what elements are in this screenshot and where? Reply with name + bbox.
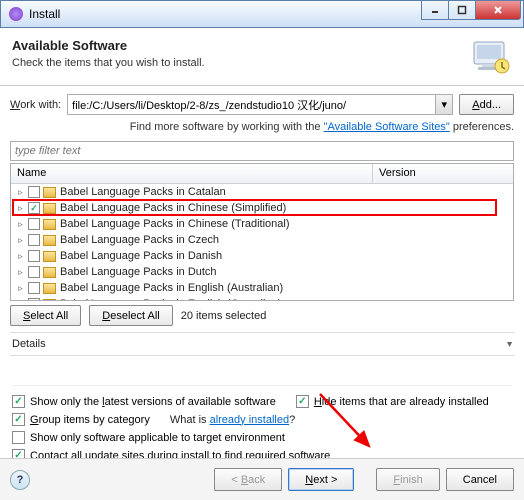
work-with-label: Work with:	[10, 99, 61, 111]
folder-icon	[43, 299, 56, 301]
expander-icon[interactable]: ▹	[15, 267, 26, 278]
maximize-button[interactable]	[448, 1, 476, 20]
selection-count: 20 items selected	[181, 310, 267, 322]
folder-icon	[43, 203, 56, 214]
details-body	[12, 356, 512, 386]
work-with-input[interactable]	[68, 95, 435, 114]
tree-row[interactable]: ▹ Babel Language Packs in Chinese (Tradit…	[11, 216, 513, 232]
page-subtitle: Check the items that you wish to install…	[12, 57, 512, 69]
finish-button[interactable]: Finish	[376, 468, 439, 491]
checkbox-icon	[12, 395, 25, 408]
available-sites-link[interactable]: "Available Software Sites"	[324, 121, 450, 133]
cancel-button[interactable]: Cancel	[446, 468, 514, 491]
tree-row[interactable]: ▹ Babel Language Packs in Danish	[11, 248, 513, 264]
row-label: Babel Language Packs in Dutch	[60, 266, 217, 278]
back-button[interactable]: < Back	[214, 468, 282, 491]
expander-icon[interactable]: ▹	[15, 203, 26, 214]
tree-row[interactable]: ▹ Babel Language Packs in Chinese (Simpli…	[11, 200, 513, 216]
wizard-buttons: ? < Back Next > Finish Cancel	[0, 458, 524, 500]
install-icon	[470, 36, 512, 78]
find-more-text: Find more software by working with the "…	[10, 121, 514, 133]
tree-row[interactable]: ▹ Babel Language Packs in English (Canadi…	[11, 296, 513, 300]
tree-row[interactable]: ▹ Babel Language Packs in English (Austra…	[11, 280, 513, 296]
opt-group[interactable]: Group items by category	[12, 413, 150, 426]
column-header-version[interactable]: Version	[373, 164, 513, 183]
row-label: Babel Language Packs in Catalan	[60, 186, 226, 198]
folder-icon	[43, 267, 56, 278]
expander-icon[interactable]: ▹	[15, 299, 26, 301]
row-checkbox[interactable]	[28, 282, 40, 294]
minimize-button[interactable]	[421, 1, 449, 20]
row-label: Babel Language Packs in English (Austral…	[60, 282, 283, 294]
help-button[interactable]: ?	[10, 470, 30, 490]
next-button[interactable]: Next >	[288, 468, 354, 491]
expander-icon[interactable]: ▹	[15, 235, 26, 246]
details-twistie-icon: ▸	[504, 341, 515, 346]
already-installed-link[interactable]: already installed	[210, 414, 290, 426]
folder-icon	[43, 235, 56, 246]
opt-latest[interactable]: Show only the latest versions of availab…	[12, 395, 276, 408]
folder-icon	[43, 187, 56, 198]
add-button[interactable]: Add...	[459, 94, 514, 115]
select-all-button[interactable]: Select All	[10, 305, 81, 326]
opt-applicable[interactable]: Show only software applicable to target …	[12, 431, 285, 444]
deselect-all-button[interactable]: Deselect All	[89, 305, 172, 326]
window-title: Install	[29, 7, 422, 21]
titlebar: Install	[0, 0, 524, 28]
close-button[interactable]	[475, 1, 521, 20]
page-title: Available Software	[12, 38, 512, 53]
row-checkbox[interactable]	[28, 202, 40, 214]
software-tree: Name Version ▹ Babel Language Packs in Ca…	[10, 163, 514, 301]
row-checkbox[interactable]	[28, 234, 40, 246]
what-is-installed: What is already installed?	[170, 414, 295, 426]
row-checkbox[interactable]	[28, 218, 40, 230]
row-checkbox[interactable]	[28, 186, 40, 198]
row-label: Babel Language Packs in Chinese (Traditi…	[60, 218, 290, 230]
expander-icon[interactable]: ▹	[15, 283, 26, 294]
row-label: Babel Language Packs in Czech	[60, 234, 219, 246]
combo-dropdown-button[interactable]: ▾	[435, 95, 452, 114]
tree-row[interactable]: ▹ Babel Language Packs in Czech	[11, 232, 513, 248]
wizard-header: Available Software Check the items that …	[0, 28, 524, 86]
row-checkbox[interactable]	[28, 298, 40, 300]
tree-row[interactable]: ▹ Babel Language Packs in Dutch	[11, 264, 513, 280]
expander-icon[interactable]: ▹	[15, 251, 26, 262]
row-label: Babel Language Packs in Danish	[60, 250, 222, 262]
checkbox-icon	[12, 413, 25, 426]
filter-input[interactable]	[10, 141, 514, 161]
row-checkbox[interactable]	[28, 250, 40, 262]
work-with-combo[interactable]: ▾	[67, 94, 453, 115]
checkbox-icon	[12, 431, 25, 444]
row-checkbox[interactable]	[28, 266, 40, 278]
expander-icon[interactable]: ▹	[15, 187, 26, 198]
expander-icon[interactable]: ▹	[15, 219, 26, 230]
opt-hide-installed[interactable]: Hide items that are already installed	[296, 395, 489, 408]
checkbox-icon	[296, 395, 309, 408]
column-header-name[interactable]: Name	[11, 164, 373, 183]
tree-body[interactable]: ▹ Babel Language Packs in Catalan ▹ Babel L…	[11, 184, 513, 300]
folder-icon	[43, 219, 56, 230]
details-section[interactable]: Details ▸	[10, 332, 514, 356]
folder-icon	[43, 251, 56, 262]
row-label: Babel Language Packs in English (Canadia…	[60, 298, 281, 300]
folder-icon	[43, 283, 56, 294]
tree-row[interactable]: ▹ Babel Language Packs in Catalan	[11, 184, 513, 200]
row-label: Babel Language Packs in Chinese (Simplif…	[60, 202, 286, 214]
app-icon	[9, 7, 23, 21]
